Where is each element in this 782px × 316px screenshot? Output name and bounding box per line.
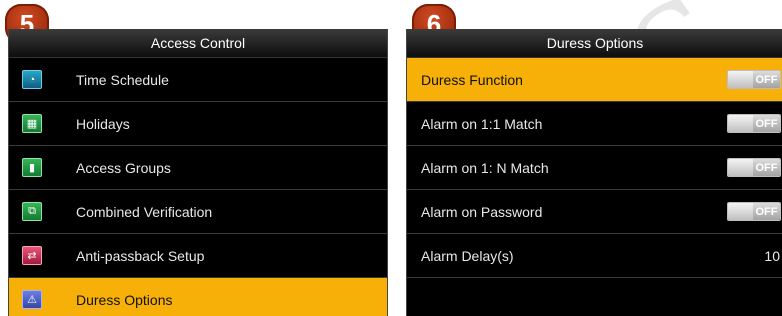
menu-item-label: Duress Options: [76, 291, 173, 308]
screen-title: Access Control: [9, 29, 387, 58]
option-alarm-on-1-n-match[interactable]: Alarm on 1: N Match OFF: [407, 146, 782, 190]
option-alarm-delay[interactable]: Alarm Delay(s) 10: [407, 234, 782, 278]
menu-item-label: Holidays: [76, 115, 130, 132]
alarm-password-toggle[interactable]: OFF: [727, 202, 781, 221]
duress-options-screen: Duress Options Duress Function OFF Alarm…: [406, 29, 782, 316]
option-label: Alarm Delay(s): [421, 247, 514, 264]
door-icon: ▮: [22, 158, 42, 177]
menu-item-holidays[interactable]: ▦ Holidays: [9, 102, 387, 146]
toggle-knob: [728, 203, 753, 220]
alarm-delay-value: 10: [764, 247, 780, 264]
toggle-knob: [728, 71, 753, 88]
option-alarm-on-1-1-match[interactable]: Alarm on 1:1 Match OFF: [407, 102, 782, 146]
menu-item-time-schedule[interactable]: ◔ Time Schedule: [9, 58, 387, 102]
screen-title: Duress Options: [407, 29, 782, 58]
toggle-knob: [728, 115, 753, 132]
toggle-state: OFF: [753, 203, 780, 220]
option-label: Alarm on Password: [421, 203, 543, 220]
clock-icon: ◔: [22, 70, 42, 89]
access-control-screen: Access Control ◔ Time Schedule ▦ Holiday…: [8, 29, 388, 316]
menu-item-duress-options[interactable]: ⚠ Duress Options: [9, 278, 387, 316]
anti-passback-icon: ⇄: [22, 246, 42, 265]
menu-item-label: Combined Verification: [76, 203, 213, 220]
menu-item-label: Access Groups: [76, 159, 171, 176]
combined-verification-icon: ⧉: [22, 202, 42, 221]
duress-function-toggle[interactable]: OFF: [727, 70, 781, 89]
option-alarm-on-password[interactable]: Alarm on Password OFF: [407, 190, 782, 234]
menu-item-label: Anti-passback Setup: [76, 247, 205, 264]
toggle-state: OFF: [753, 159, 780, 176]
alarm-1-1-toggle[interactable]: OFF: [727, 114, 781, 133]
toggle-knob: [728, 159, 753, 176]
duress-icon: ⚠: [22, 290, 42, 309]
alarm-1-n-toggle[interactable]: OFF: [727, 158, 781, 177]
menu-item-anti-passback-setup[interactable]: ⇄ Anti-passback Setup: [9, 234, 387, 278]
option-label: Alarm on 1: N Match: [421, 159, 549, 176]
option-label: Duress Function: [421, 71, 523, 88]
calendar-icon: ▦: [22, 114, 42, 133]
menu-item-combined-verification[interactable]: ⧉ Combined Verification: [9, 190, 387, 234]
option-duress-function[interactable]: Duress Function OFF: [407, 58, 782, 102]
menu-item-access-groups[interactable]: ▮ Access Groups: [9, 146, 387, 190]
menu-item-label: Time Schedule: [76, 71, 169, 88]
toggle-state: OFF: [753, 71, 780, 88]
option-label: Alarm on 1:1 Match: [421, 115, 543, 132]
toggle-state: OFF: [753, 115, 780, 132]
